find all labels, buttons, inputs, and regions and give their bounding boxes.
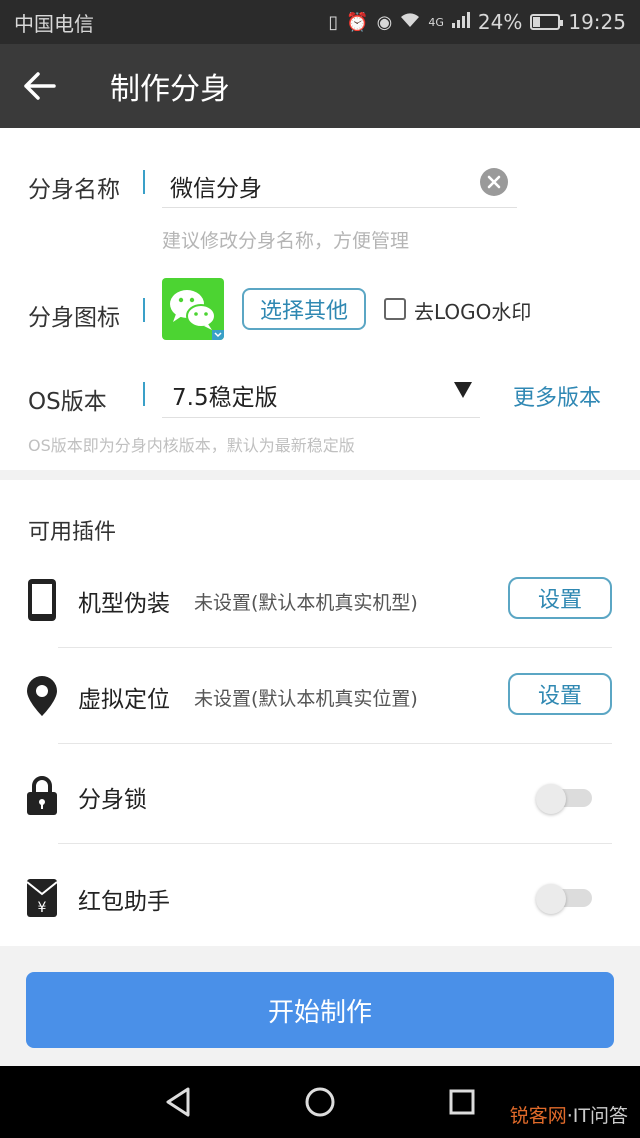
signal-icon [451, 11, 470, 33]
status-icons: ▯ ⏰ ◉ 4G 24% 19:25 [328, 10, 626, 34]
remove-logo-checkbox[interactable] [384, 298, 406, 320]
battery-icon [530, 14, 564, 30]
carrier-name: 中国电信 [14, 11, 94, 36]
vibrate-icon: ▯ [328, 11, 339, 33]
clear-name-button[interactable] [480, 168, 508, 196]
plugin-device-spoof: 机型伪装 未设置(默认本机真实机型) 设置 [0, 552, 640, 648]
plugin-red-packet: ¥ 红包助手 [0, 844, 640, 946]
circle-home-icon [305, 1087, 335, 1117]
system-navigation-bar: 锐客网·IT问答 [0, 1066, 640, 1138]
app-toolbar: 制作分身 [0, 44, 640, 128]
plugin-description: 未设置(默认本机真实机型) [194, 592, 418, 614]
clone-icon-label: 分身图标 [28, 305, 120, 331]
choose-other-icon-button[interactable]: 选择其他 [242, 288, 366, 330]
clone-lock-toggle[interactable] [536, 784, 592, 814]
svg-text:¥: ¥ [38, 900, 47, 916]
clone-name-label: 分身名称 [28, 177, 120, 203]
toggle-knob [536, 884, 566, 914]
os-version-hint: OS版本即为分身内核版本，默认为最新稳定版 [28, 436, 355, 455]
clone-name-hint: 建议修改分身名称，方便管理 [162, 230, 410, 252]
clone-name-input[interactable] [162, 164, 517, 208]
dropdown-triangle-icon [454, 382, 472, 398]
plugin-clone-lock: 分身锁 [0, 744, 640, 844]
nav-back-button[interactable] [158, 1084, 198, 1120]
network-type: 4G [428, 15, 444, 29]
plugin-description: 未设置(默认本机真实位置) [194, 688, 418, 710]
nav-home-button[interactable] [300, 1084, 340, 1120]
battery-percent: 24% [477, 10, 523, 34]
label-separator [143, 170, 145, 194]
lock-icon [24, 772, 60, 820]
plugins-section-title: 可用插件 [28, 520, 117, 545]
plugin-label: 红包助手 [78, 889, 170, 915]
os-version-value: 7.5稳定版 [172, 385, 278, 411]
plugin-label: 虚拟定位 [78, 687, 170, 713]
more-versions-link[interactable]: 更多版本 [513, 380, 601, 412]
red-packet-toggle[interactable] [536, 884, 592, 914]
alarm-icon: ⏰ [346, 11, 369, 33]
plugins-card: 可用插件 机型伪装 未设置(默认本机真实机型) 设置 虚拟定位 未设置(默认本机… [0, 480, 640, 946]
plugin-label: 分身锁 [78, 787, 147, 813]
start-create-button[interactable]: 开始制作 [26, 972, 614, 1048]
nav-recents-button[interactable] [442, 1084, 482, 1120]
eye-icon: ◉ [376, 11, 393, 33]
plugin-label: 机型伪装 [78, 591, 170, 617]
label-separator [143, 298, 145, 322]
page-title: 制作分身 [110, 72, 230, 107]
toggle-knob [536, 784, 566, 814]
device-spoof-settings-button[interactable]: 设置 [508, 577, 612, 619]
wifi-icon [400, 12, 420, 33]
status-bar: 中国电信 ▯ ⏰ ◉ 4G 24% 19:25 [0, 0, 640, 44]
triangle-back-icon [166, 1087, 190, 1117]
plugin-virtual-location: 虚拟定位 未设置(默认本机真实位置) 设置 [0, 648, 640, 744]
location-pin-icon [24, 672, 60, 720]
back-button[interactable] [0, 44, 80, 128]
watermark-suffix: ·IT问答 [566, 1105, 628, 1127]
close-icon [487, 175, 501, 189]
phone-icon [24, 576, 60, 624]
os-version-select[interactable]: 7.5稳定版 [162, 372, 480, 418]
clock: 19:25 [568, 10, 626, 34]
os-version-label: OS版本 [28, 389, 107, 415]
square-recents-icon [449, 1089, 475, 1115]
arrow-left-icon [24, 72, 56, 100]
watermark-brand: 锐客网 [509, 1105, 567, 1127]
clone-settings-card: 分身名称 建议修改分身名称，方便管理 分身图标 选择其他 去LOGO水印 OS版… [0, 128, 640, 470]
remove-logo-label: 去LOGO水印 [414, 300, 532, 324]
wechat-icon[interactable] [162, 278, 224, 340]
red-packet-icon: ¥ [24, 874, 60, 922]
watermark: 锐客网·IT问答 [510, 1101, 628, 1128]
virtual-location-settings-button[interactable]: 设置 [508, 673, 612, 715]
label-separator [143, 382, 145, 406]
